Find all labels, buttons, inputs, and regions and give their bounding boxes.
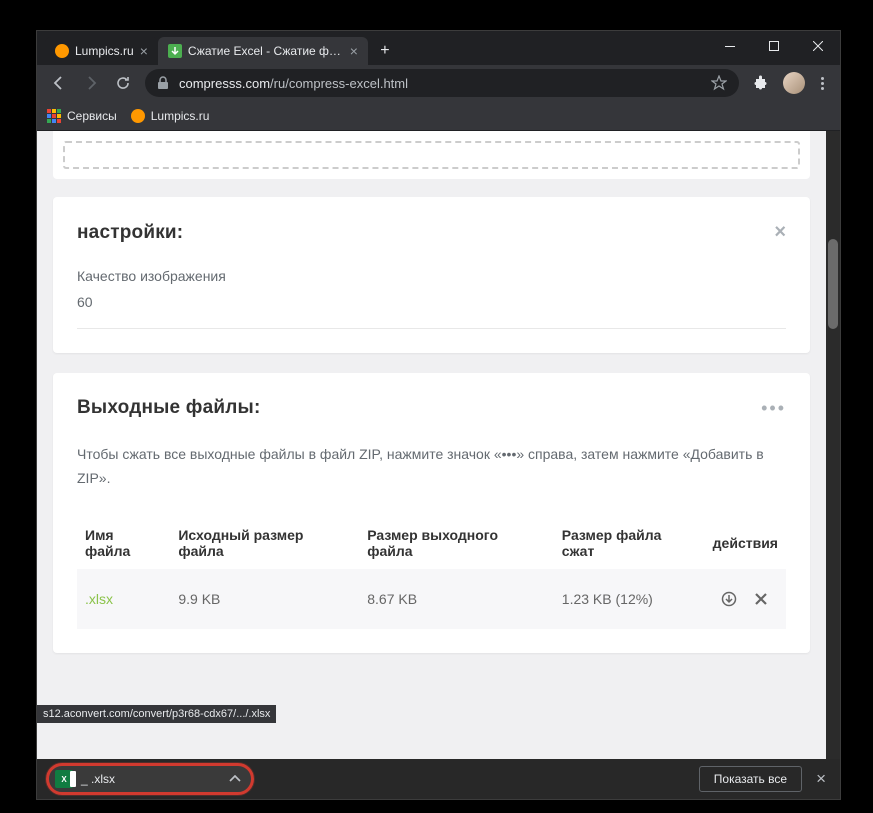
col-actions: действия	[705, 517, 786, 569]
bookmarks-bar: Сервисы Lumpics.ru	[37, 101, 840, 131]
back-button[interactable]	[45, 69, 73, 97]
show-all-button[interactable]: Показать все	[699, 766, 802, 792]
output-description: Чтобы сжать все выходные файлы в файл ZI…	[77, 443, 786, 491]
scrollbar-thumb[interactable]	[828, 239, 838, 329]
address-bar[interactable]: compresss.com/ru/compress-excel.html	[145, 69, 739, 97]
output-table: Имя файла Исходный размер файла Размер в…	[77, 517, 786, 629]
tab-compress[interactable]: Сжатие Excel - Сжатие файлов X ×	[158, 37, 368, 65]
table-row: .xlsx 9.9 KB 8.67 KB 1.23 KB (12%)	[77, 569, 786, 629]
settings-title: настройки:	[77, 222, 183, 244]
close-downloads-icon[interactable]: ×	[812, 769, 830, 789]
titlebar: Lumpics.ru × Сжатие Excel - Сжатие файло…	[37, 31, 840, 65]
maximize-button[interactable]	[752, 31, 796, 61]
download-action-icon[interactable]	[717, 587, 741, 611]
lumpics-icon	[131, 109, 145, 123]
lock-icon	[157, 76, 171, 90]
cell-output: 8.67 KB	[359, 569, 554, 629]
close-window-button[interactable]	[796, 31, 840, 61]
bookmark-star-icon[interactable]	[711, 75, 727, 91]
menu-button[interactable]	[813, 77, 832, 90]
col-name: Имя файла	[77, 517, 170, 569]
col-original: Исходный размер файла	[170, 517, 359, 569]
output-card: Выходные файлы: ••• Чтобы сжать все выхо…	[53, 373, 810, 653]
settings-close-icon[interactable]: ×	[774, 221, 786, 244]
close-tab-icon[interactable]: ×	[140, 44, 148, 58]
tab-lumpics[interactable]: Lumpics.ru ×	[45, 37, 158, 65]
link-tooltip: s12.aconvert.com/convert/p3r68-cdx67/...…	[37, 705, 276, 723]
close-tab-icon[interactable]: ×	[350, 44, 358, 58]
output-more-icon[interactable]: •••	[761, 398, 786, 419]
compress-favicon	[168, 44, 182, 58]
tab-title: Lumpics.ru	[75, 44, 134, 58]
cell-original: 9.9 KB	[170, 569, 359, 629]
url-text: compresss.com/ru/compress-excel.html	[179, 76, 703, 91]
output-title: Выходные файлы:	[77, 397, 261, 419]
lumpics-favicon	[55, 44, 69, 58]
profile-avatar[interactable]	[783, 72, 805, 94]
toolbar: compresss.com/ru/compress-excel.html	[37, 65, 840, 101]
forward-button[interactable]	[77, 69, 105, 97]
reload-button[interactable]	[109, 69, 137, 97]
extensions-icon[interactable]	[751, 73, 771, 93]
delete-action-icon[interactable]	[749, 587, 773, 611]
cell-compressed: 1.23 KB (12%)	[554, 569, 705, 629]
bookmark-lumpics[interactable]: Lumpics.ru	[131, 109, 210, 123]
quality-value: 60	[77, 294, 786, 310]
divider	[77, 328, 786, 329]
scrollbar-track[interactable]	[826, 131, 840, 759]
page-content: настройки: × Качество изображения 60 Вых…	[37, 131, 840, 759]
chevron-up-icon[interactable]	[229, 775, 241, 783]
minimize-button[interactable]	[708, 31, 752, 61]
quality-label: Качество изображения	[77, 268, 786, 284]
download-item[interactable]: X _ .xlsx	[47, 764, 253, 794]
download-filename: _ .xlsx	[81, 772, 221, 786]
apps-grid-icon	[47, 109, 61, 123]
bookmark-services[interactable]: Сервисы	[47, 109, 117, 123]
table-header-row: Имя файла Исходный размер файла Размер в…	[77, 517, 786, 569]
new-tab-button[interactable]: +	[372, 38, 398, 64]
col-compressed: Размер файла сжат	[554, 517, 705, 569]
downloads-bar: X _ .xlsx Показать все ×	[37, 759, 840, 799]
dropzone-card	[53, 131, 810, 179]
col-output: Размер выходного файла	[359, 517, 554, 569]
excel-file-icon: X	[55, 770, 73, 788]
settings-card: настройки: × Качество изображения 60	[53, 197, 810, 353]
file-link[interactable]: .xlsx	[85, 591, 113, 607]
tab-title: Сжатие Excel - Сжатие файлов X	[188, 44, 344, 58]
dropzone[interactable]	[63, 141, 800, 169]
